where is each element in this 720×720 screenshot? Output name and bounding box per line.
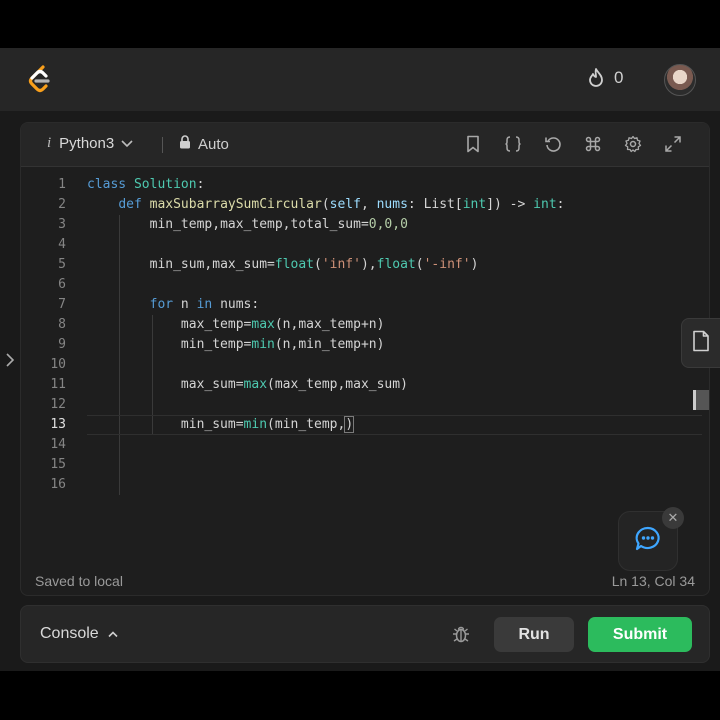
code-line: 11 max_sum=max(max_temp,max_sum) (21, 375, 709, 395)
code-text: class Solution: (87, 177, 205, 192)
auto-mode-toggle[interactable]: Auto (179, 135, 229, 153)
run-button[interactable]: Run (494, 617, 574, 652)
settings-icon[interactable] (623, 134, 643, 154)
language-label: Python3 (59, 135, 115, 152)
code-line: 4 (21, 235, 709, 255)
line-number: 15 (50, 457, 66, 472)
document-icon (692, 330, 710, 357)
flame-icon (586, 67, 606, 89)
bookmark-icon[interactable] (463, 134, 483, 154)
user-avatar[interactable] (664, 64, 696, 96)
chevron-down-icon (120, 135, 134, 152)
code-line: 12 (21, 395, 709, 415)
submit-button[interactable]: Submit (588, 617, 692, 652)
line-number: 13 (50, 417, 66, 432)
command-icon[interactable] (583, 134, 603, 154)
scrollbar-thumb[interactable] (696, 390, 709, 410)
info-icon: i (47, 135, 52, 151)
line-number: 2 (58, 197, 66, 212)
code-text: min_sum,max_sum=float('inf'),float('-inf… (149, 257, 479, 272)
bug-icon[interactable] (451, 624, 471, 644)
top-navbar: 0 (0, 48, 720, 111)
code-line: 1 class Solution: (21, 175, 709, 195)
line-number: 7 (58, 297, 66, 312)
code-line: 10 (21, 355, 709, 375)
line-number: 14 (50, 437, 66, 452)
code-line: 5 min_sum,max_sum=float('inf'),float('-i… (21, 255, 709, 275)
chevron-right-icon[interactable] (4, 350, 16, 370)
code-text: min_sum=min(min_temp,) (180, 416, 355, 433)
streak-count: 0 (614, 68, 624, 87)
auto-label: Auto (198, 135, 229, 153)
code-line: 15 (21, 455, 709, 475)
line-number: 4 (58, 237, 66, 252)
streak-counter[interactable]: 0 (586, 67, 623, 89)
line-number: 3 (58, 217, 66, 232)
line-number: 9 (58, 337, 66, 352)
code-editor-panel: i Python3 Auto 1 class Solution: 2 def m… (20, 122, 710, 596)
toolbar-divider (162, 137, 163, 153)
code-line: 8 max_temp=max(n,max_temp+n) (21, 315, 709, 335)
save-status: Saved to local (35, 573, 123, 589)
chat-bubble-icon (633, 524, 663, 559)
reset-icon[interactable] (543, 134, 563, 154)
braces-icon[interactable] (503, 134, 523, 154)
code-line: 3 min_temp,max_temp,total_sum=0,0,0 (21, 215, 709, 235)
code-line: 16 (21, 475, 709, 495)
editor-status-bar: Saved to local Ln 13, Col 34 (21, 573, 709, 595)
code-text: def maxSubarraySumCircular(self, nums: L… (118, 197, 565, 212)
code-line: 6 (21, 275, 709, 295)
line-number: 10 (50, 357, 66, 372)
notes-panel-tab[interactable] (681, 318, 720, 368)
line-number: 12 (50, 397, 66, 412)
code-text: for n in nums: (149, 297, 260, 312)
leetcode-logo-icon[interactable] (26, 64, 54, 94)
console-label: Console (40, 625, 99, 642)
code-text: min_temp=min(n,min_temp+n) (180, 337, 385, 352)
close-icon[interactable]: ✕ (662, 507, 684, 529)
cursor-position: Ln 13, Col 34 (611, 573, 695, 589)
expand-icon[interactable] (663, 134, 683, 154)
line-number: 1 (58, 177, 66, 192)
code-text: max_sum=max(max_temp,max_sum) (180, 377, 408, 392)
code-line: 7 for n in nums: (21, 295, 709, 315)
line-number: 11 (50, 377, 66, 392)
line-number: 6 (58, 277, 66, 292)
editor-tool-icons (463, 134, 683, 154)
scrollbar[interactable] (693, 390, 709, 410)
code-line: 2 def maxSubarraySumCircular(self, nums:… (21, 195, 709, 215)
code-text: max_temp=max(n,max_temp+n) (180, 317, 385, 332)
line-number: 5 (58, 257, 66, 272)
chevron-up-icon (107, 625, 119, 643)
text-cursor: ) (344, 416, 355, 433)
line-number: 16 (50, 477, 66, 492)
code-line-current: 13 min_sum=min(min_temp,) (21, 415, 709, 435)
editor-toolbar: i Python3 Auto (21, 123, 709, 167)
code-line: 9 min_temp=min(n,min_temp+n) (21, 335, 709, 355)
line-number: 8 (58, 317, 66, 332)
code-line: 14 (21, 435, 709, 455)
console-bar: Console Run Submit (20, 605, 710, 663)
console-toggle[interactable]: Console (40, 625, 119, 643)
lock-icon (179, 135, 191, 153)
code-text: min_temp,max_temp,total_sum=0,0,0 (149, 217, 408, 232)
code-editor[interactable]: 1 class Solution: 2 def maxSubarraySumCi… (21, 175, 709, 535)
language-selector[interactable]: i Python3 (47, 135, 134, 152)
